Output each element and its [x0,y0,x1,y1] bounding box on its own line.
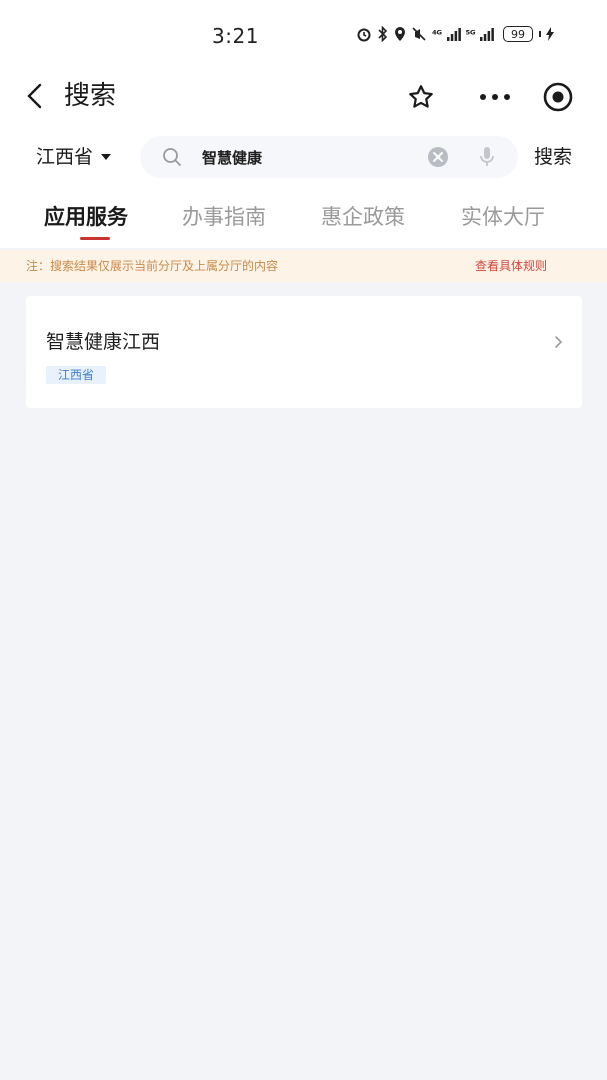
region-selector[interactable]: 江西省 [36,142,112,172]
more-button[interactable] [476,80,514,114]
mute-icon [412,27,426,41]
page-title: 搜索 [64,81,117,111]
status-bar: 3:21 ⁴ᴳ ⁵ᴳ 99 [0,0,607,70]
charging-icon [546,27,555,41]
notice-text: 注：搜索结果仅展示当前分厅及上属分厅的内容 [26,259,279,273]
view-rules-link[interactable]: 查看具体规则 [475,257,547,275]
close-miniprogram-button[interactable] [540,80,576,114]
clear-icon[interactable] [427,146,449,168]
result-item[interactable]: 智慧健康江西 江西省 [26,296,582,408]
back-button[interactable] [18,80,50,112]
caret-down-icon [101,154,112,160]
chevron-left-icon [27,83,42,109]
alarm-icon [357,28,371,42]
bluetooth-icon [378,26,388,42]
signal-bars-icon [480,28,494,41]
tab-app-services[interactable]: 应用服务 [44,202,128,232]
search-row: 江西省 搜索 [0,134,607,180]
active-tab-indicator [80,237,110,240]
chevron-right-icon [555,336,563,348]
search-button[interactable]: 搜索 [534,142,572,172]
favorite-button[interactable] [404,80,438,114]
search-input[interactable] [202,142,422,172]
signal-icon-2: ⁵ᴳ [465,27,476,41]
tab-service-hall[interactable]: 实体大厅 [461,202,545,232]
status-time: 3:21 [212,24,259,48]
region-tag: 江西省 [46,366,107,384]
signal-icon-1: ⁴ᴳ [432,27,442,41]
target-icon [543,82,573,112]
microphone-icon[interactable] [478,146,496,168]
tab-business-policy[interactable]: 惠企政策 [321,202,405,232]
star-icon [409,85,433,108]
location-icon [395,27,405,41]
more-dots-icon [480,94,510,100]
region-label: 江西省 [36,146,94,168]
battery-icon: 99 [503,26,534,42]
nav-bar: 搜索 [0,70,607,122]
search-icon [163,148,181,166]
search-box[interactable] [140,136,518,178]
category-tabs: 应用服务 办事指南 惠企政策 实体大厅 [0,196,607,246]
battery-level: 99 [511,27,526,41]
signal-bars-icon [446,28,461,41]
notice-bar: 注：搜索结果仅展示当前分厅及上属分厅的内容 查看具体规则 [0,250,607,282]
tab-service-guide[interactable]: 办事指南 [182,202,266,232]
status-icons: ⁴ᴳ ⁵ᴳ 99 [356,26,555,42]
battery-tip [539,31,542,37]
result-title: 智慧健康江西 [46,331,161,353]
